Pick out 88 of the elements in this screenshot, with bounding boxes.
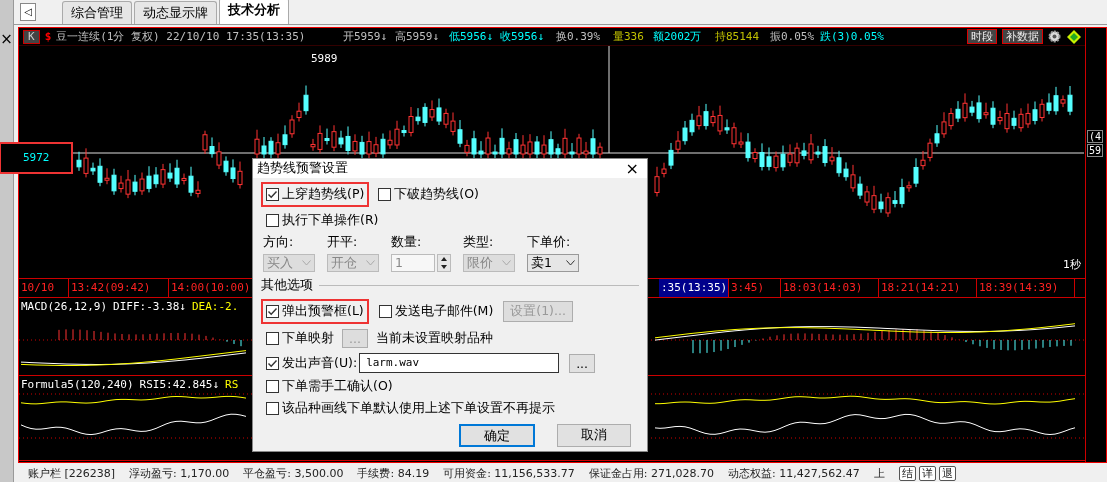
checkbox[interactable]	[266, 402, 279, 415]
field-label: 数量:	[391, 234, 423, 251]
checkbox[interactable]	[266, 332, 279, 345]
checkbox-label: 弹出预警框(L)	[282, 303, 364, 320]
spinner-icon[interactable]	[437, 254, 451, 272]
checkbox[interactable]	[378, 305, 392, 318]
indicator-value: DEA:-2.	[191, 300, 239, 313]
indicator-value: RSI5:42.845↓	[139, 378, 220, 391]
quote-value: 量336	[613, 30, 644, 43]
chevron-icon	[302, 260, 311, 266]
field-label: 方向:	[263, 234, 295, 251]
checkbox[interactable]	[266, 214, 279, 227]
checkbox[interactable]	[266, 305, 279, 318]
quote-value: 低5956↓	[449, 30, 494, 43]
quote-value: 换0.39%	[556, 30, 601, 43]
indicator-value: RS	[225, 378, 239, 391]
close-button[interactable]: ×	[625, 159, 639, 178]
status-text: 手续费: 84.19	[357, 465, 430, 481]
time-label: 3:45)	[729, 279, 781, 297]
checkbox[interactable]	[266, 356, 279, 370]
field-label: 下单价:	[527, 234, 572, 251]
checkbox[interactable]	[266, 380, 279, 393]
toolbar-button[interactable]: 时段	[967, 29, 997, 44]
chevron-icon	[566, 260, 575, 266]
quote-value: 跌(3)0.05%	[820, 30, 884, 43]
status-text: 上	[873, 465, 885, 481]
file-field[interactable]: larm.wav	[359, 353, 560, 373]
indicator-title: MACD(26,12,9)	[21, 300, 108, 313]
close-button[interactable]: ×	[0, 30, 13, 48]
tab[interactable]: 综合管理	[62, 1, 132, 24]
quote-value: 高5959↓	[395, 30, 440, 43]
checkbox-label: 下单映射	[282, 330, 334, 347]
axis-label: (4	[1086, 130, 1103, 143]
status-button[interactable]: 退	[938, 465, 956, 481]
symbol-mark: $	[44, 30, 52, 43]
ok-button[interactable]: 确定	[459, 424, 535, 447]
checkbox-label: 发送电子邮件(M)	[394, 303, 494, 320]
quote-value: 开5959↓	[343, 30, 388, 43]
diamond-icon[interactable]	[1067, 29, 1081, 44]
chevron-icon	[502, 260, 511, 266]
dialog-title: 趋势线预警设置	[257, 160, 348, 177]
checkbox-label: 执行下单操作(R)	[282, 212, 379, 229]
indicator-title: Formula5(120,240)	[21, 378, 134, 391]
time-label: 18:21(14:21)	[879, 279, 977, 297]
checkbox[interactable]	[378, 188, 392, 201]
checkbox-label: 下单需手工确认(O)	[282, 378, 393, 395]
indicator-value: DIFF:-3.38↓	[113, 300, 186, 313]
quote-value: 持85144	[715, 30, 760, 43]
cursor-price: 5972	[0, 142, 73, 174]
price-label: 5989	[311, 52, 338, 65]
gear-icon[interactable]	[1048, 30, 1061, 43]
mapping-note: 当前未设置映射品种	[375, 330, 493, 347]
status-text: 账户栏 [226238]	[28, 465, 116, 481]
time-label: 10/10	[19, 279, 69, 297]
status-text: 平仓盈亏: 3,500.00	[243, 465, 344, 481]
dropdown[interactable]: 卖1	[527, 254, 579, 272]
axis-label: 59	[1086, 144, 1103, 157]
quote-value: 额2002万	[653, 30, 702, 43]
quote-value: 振0.05%	[770, 30, 815, 43]
checkbox[interactable]	[266, 188, 279, 201]
tab[interactable]: 动态显示牌	[134, 1, 217, 24]
status-button[interactable]: 结	[898, 465, 916, 481]
status-text: 浮动盈亏: 1,170.00	[129, 465, 230, 481]
chart-title: 豆一连续(1分 复权) 22/10/10 17:35(13:35)	[56, 29, 306, 44]
checkbox-label: 下破趋势线(O)	[394, 186, 479, 203]
cancel-button[interactable]: 取消	[557, 424, 631, 447]
tab[interactable]: 技术分析	[219, 0, 289, 24]
time-label: 18:03(14:03)	[781, 279, 879, 297]
time-label: 13:42(09:42)	[69, 279, 169, 297]
checkbox-label: 该品种画线下单默认使用上述下单设置不再提示	[282, 400, 555, 417]
toolbar-button[interactable]: 补数据	[1002, 29, 1043, 44]
time-label: 18:39(14:39)	[977, 279, 1075, 297]
field-label: 类型:	[463, 234, 495, 251]
status-button[interactable]: 详	[918, 465, 936, 481]
quote-value: 收5956↓	[500, 30, 545, 43]
section-title: 其他选项	[261, 277, 313, 294]
status-text: 动态权益: 11,427,562.47	[728, 465, 860, 481]
chevron-icon	[366, 260, 375, 266]
period-button[interactable]: K	[23, 29, 40, 44]
checkbox-label: 发出声音(U):	[282, 354, 358, 372]
period-label: 1秒	[1063, 257, 1081, 272]
time-label: :35(13:35)	[659, 279, 729, 297]
back-button[interactable]: ◁	[20, 3, 36, 21]
status-text: 可用资金: 11,156,533.77	[443, 465, 575, 481]
status-text: 保证金占用: 271,028.70	[588, 465, 715, 481]
browse-button[interactable]: ...	[569, 353, 596, 373]
field-label: 开平:	[327, 234, 359, 251]
checkbox-label: 上穿趋势线(P)	[282, 186, 365, 203]
